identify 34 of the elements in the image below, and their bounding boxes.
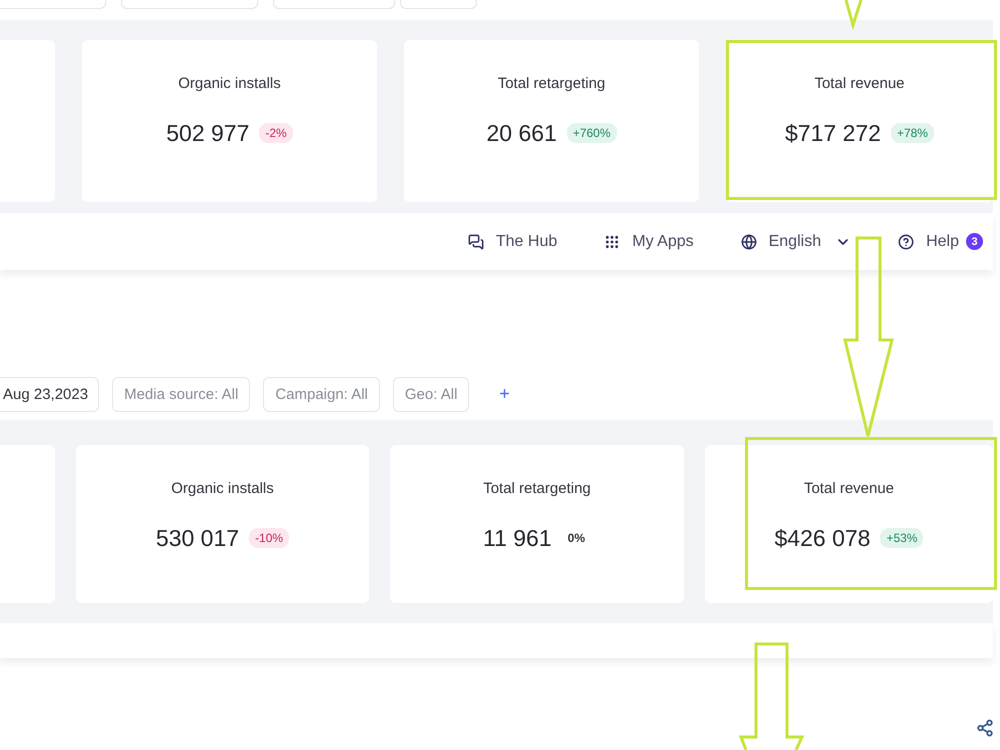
filter-chip[interactable]	[121, 0, 258, 9]
change-badge: +760%	[566, 123, 617, 143]
metric-value: 530 017	[156, 525, 240, 551]
nav-item[interactable]: English	[740, 232, 852, 250]
help-icon	[898, 234, 914, 250]
globe-icon	[740, 234, 757, 250]
chat-icon	[468, 234, 484, 250]
notification-badge: 3	[966, 233, 983, 250]
filter-chip[interactable]: Aug 23,2023	[0, 377, 100, 412]
change-badge: -10%	[249, 528, 290, 548]
change-percent: 0%	[566, 530, 586, 547]
share-icon[interactable]	[976, 719, 994, 737]
metric-value: 20 661	[486, 120, 557, 146]
metric-label: Total retargeting	[498, 75, 606, 93]
filter-chip[interactable]	[400, 0, 477, 9]
change-badge: +53%	[880, 528, 924, 548]
grid-icon	[604, 234, 620, 250]
metric-value: 502 977	[166, 120, 250, 146]
metric-label: Total revenue	[804, 480, 894, 498]
filter-chip[interactable]	[273, 0, 395, 9]
plus-icon[interactable]	[498, 387, 512, 400]
change-badge: -2%	[259, 123, 293, 143]
nav-item[interactable]: My Apps	[604, 232, 694, 250]
metric-label: Total retargeting	[483, 480, 591, 498]
metric-value: 11 961	[483, 525, 552, 551]
metric-value: $717 272	[785, 120, 881, 146]
nav-item[interactable]: Help 3	[898, 232, 983, 250]
metric-label: Total revenue	[814, 75, 905, 93]
metric-value: $426 078	[774, 525, 870, 551]
metric-label: Organic installs	[171, 480, 274, 498]
change-badge: +78%	[890, 123, 934, 143]
nav-item[interactable]: The Hub	[468, 232, 558, 250]
filter-chip[interactable]	[0, 0, 106, 9]
metric-label: Organic installs	[178, 75, 281, 93]
